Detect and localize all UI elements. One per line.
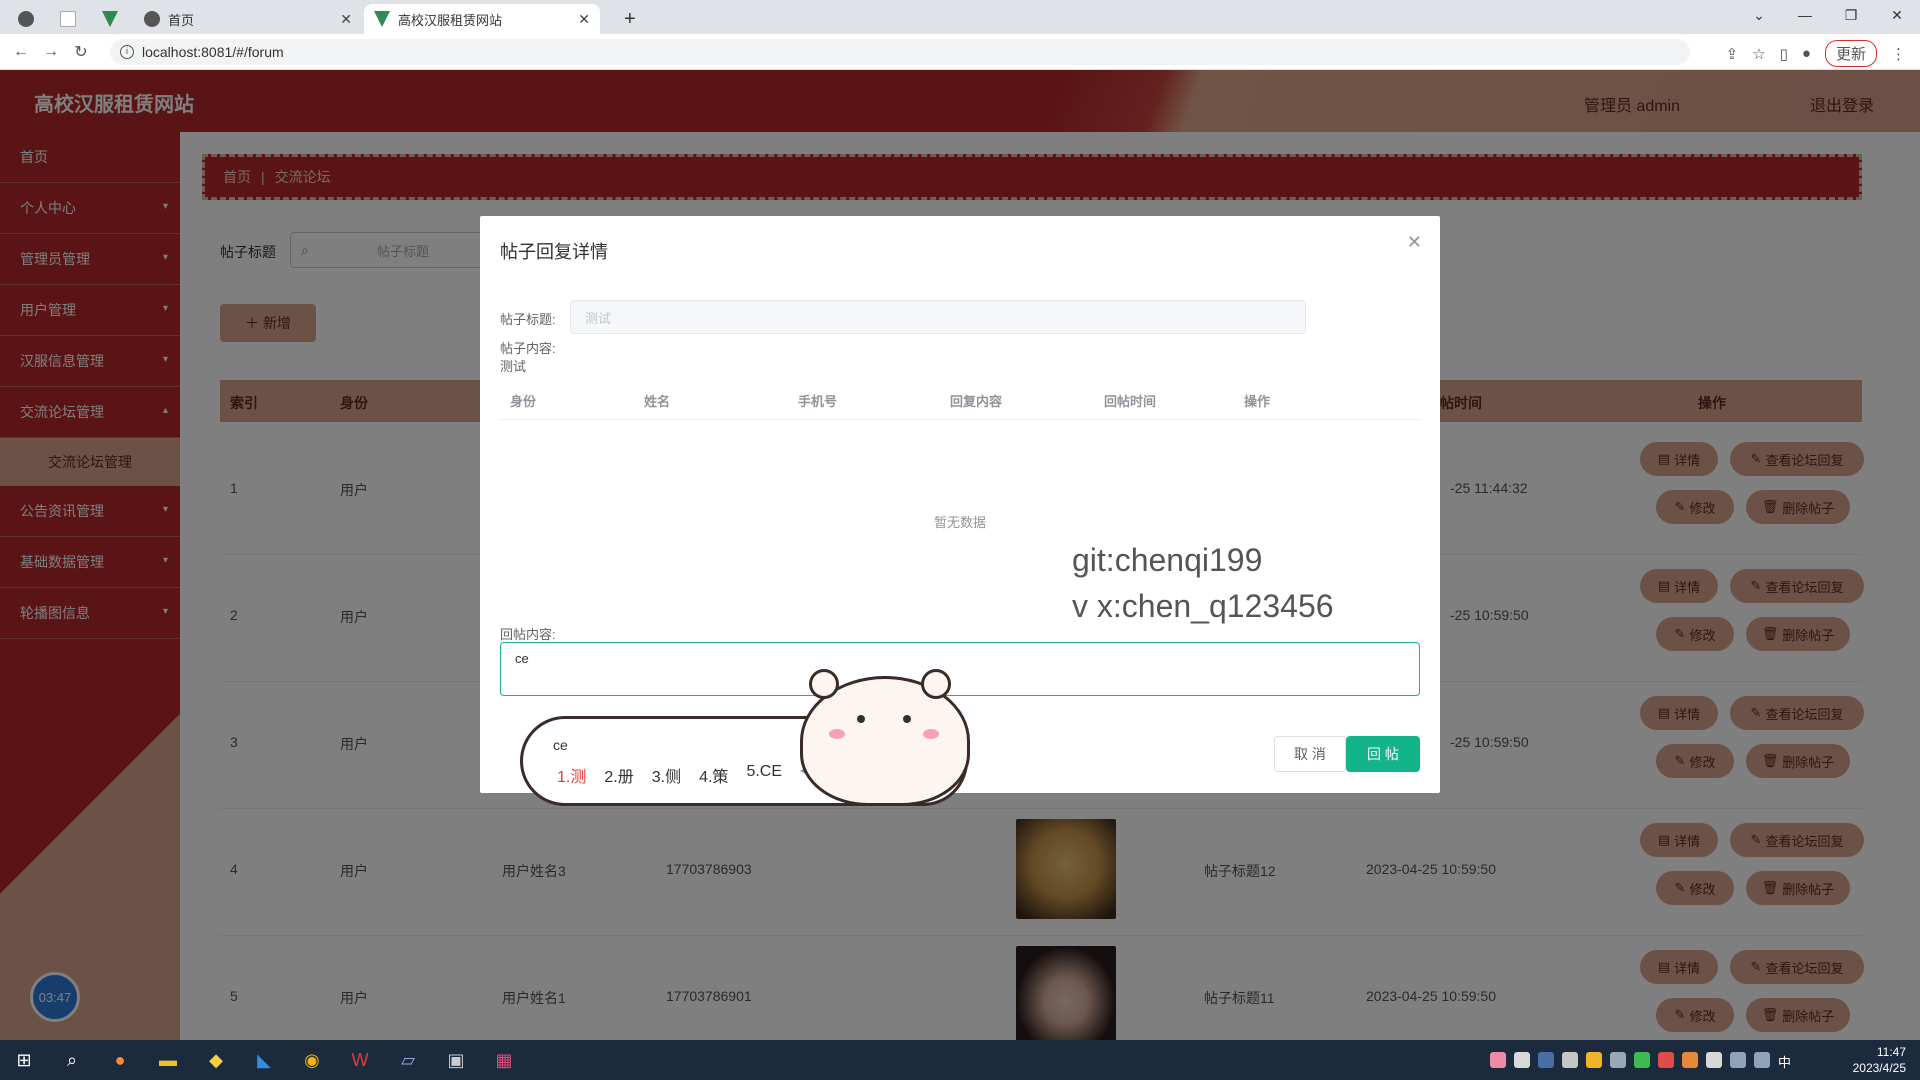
- post-content-value: 测试: [500, 359, 527, 374]
- globe-icon: [144, 11, 160, 27]
- post-title-value: 测试: [585, 310, 612, 326]
- firefox-icon[interactable]: ●: [96, 1040, 144, 1080]
- windows-start-icon[interactable]: ⊞: [0, 1040, 48, 1080]
- tray-app-icon[interactable]: [1514, 1052, 1530, 1068]
- file-explorer-icon[interactable]: ▬: [144, 1040, 192, 1080]
- chrome-icon[interactable]: ◉: [288, 1040, 336, 1080]
- app-icon[interactable]: ◆: [192, 1040, 240, 1080]
- bear-blush: [829, 729, 845, 739]
- cancel-button[interactable]: 取 消: [1274, 736, 1346, 772]
- forward-icon[interactable]: →: [36, 43, 66, 61]
- col-phone: 手机号: [798, 394, 838, 409]
- pinned-tab-3[interactable]: [92, 4, 132, 34]
- vue-icon: [102, 11, 118, 27]
- ime-candidate[interactable]: 1.测: [557, 763, 586, 787]
- ime-language-indicator[interactable]: 中: [1778, 1052, 1794, 1070]
- vscode-icon[interactable]: ◣: [240, 1040, 288, 1080]
- url-field[interactable]: i localhost:8081/#/forum: [110, 39, 1690, 65]
- browser-tab-bar: 首页 ✕ 高校汉服租赁网站 ✕ + ⌄ — ❐ ✕: [0, 0, 1920, 34]
- wechat-icon[interactable]: [1634, 1052, 1650, 1068]
- close-icon[interactable]: ✕: [340, 11, 352, 28]
- blank-icon: [60, 11, 76, 27]
- globe-icon: [18, 11, 34, 27]
- reply-table-header: 身份 姓名 手机号 回复内容 回帖时间 操作: [500, 378, 1420, 420]
- system-tray-clock[interactable]: 11:47 2023/4/25: [1853, 1044, 1906, 1076]
- col-name: 姓名: [644, 394, 671, 409]
- tray-app-icon[interactable]: [1682, 1052, 1698, 1068]
- ime-mascot-bear: [800, 669, 970, 806]
- notepad-icon[interactable]: ▱: [384, 1040, 432, 1080]
- bear-ear: [809, 669, 839, 699]
- search-icon[interactable]: ⌕: [48, 1040, 96, 1080]
- ime-candidates: 1.测 2.册 3.侧 4.策 5.CE ◂▸: [557, 763, 812, 787]
- tab-forum[interactable]: 高校汉服租赁网站 ✕: [364, 4, 600, 34]
- post-title-field: 测试: [570, 300, 1306, 334]
- tray-app-icon[interactable]: [1538, 1052, 1554, 1068]
- col-ops: 操作: [1244, 394, 1271, 409]
- share-icon[interactable]: ⇪: [1726, 45, 1739, 63]
- network-icon[interactable]: [1730, 1052, 1746, 1068]
- post-title-label: 帖子标题:: [500, 312, 556, 327]
- col-role: 身份: [510, 394, 537, 409]
- clock-date: 2023/4/25: [1852, 1061, 1906, 1075]
- battery-icon[interactable]: [1706, 1052, 1722, 1068]
- ime-candidate[interactable]: 4.策: [699, 763, 728, 787]
- watermark-line-1: git:chenqi199: [1072, 542, 1263, 578]
- window-close-button[interactable]: ✕: [1874, 0, 1920, 30]
- back-icon[interactable]: ←: [6, 43, 36, 61]
- pinned-tab-1[interactable]: [8, 4, 48, 34]
- bookmark-star-icon[interactable]: ☆: [1752, 45, 1765, 63]
- restore-button[interactable]: ❐: [1828, 0, 1874, 30]
- close-icon[interactable]: ✕: [578, 11, 590, 28]
- ime-typed-text: ce: [553, 737, 568, 753]
- clock-time: 11:47: [1876, 1045, 1906, 1059]
- dialog-title: 帖子回复详情: [500, 242, 608, 262]
- site-info-icon[interactable]: i: [120, 45, 134, 59]
- new-tab-button[interactable]: +: [614, 4, 644, 34]
- url-text: localhost:8081/#/forum: [142, 44, 284, 60]
- tab-label: 高校汉服租赁网站: [398, 12, 503, 28]
- address-bar-row: ← → ↻ i localhost:8081/#/forum ⇪ ☆ ▯ ● 更…: [0, 34, 1920, 70]
- tray-app-icon[interactable]: [1562, 1052, 1578, 1068]
- more-menu-icon[interactable]: ⋮: [1891, 45, 1906, 63]
- bear-ear: [921, 669, 951, 699]
- tray-app-icon[interactable]: [1490, 1052, 1506, 1068]
- profile-avatar-icon[interactable]: ●: [1802, 45, 1811, 62]
- ime-candidate[interactable]: 3.侧: [652, 763, 681, 787]
- post-content-label: 帖子内容:: [500, 341, 556, 356]
- tray-app-icon[interactable]: [1610, 1052, 1626, 1068]
- tray-app-icon[interactable]: [1658, 1052, 1674, 1068]
- bear-eye: [857, 715, 865, 723]
- reply-content-label: 回帖内容:: [500, 627, 556, 642]
- pinned-tab-2[interactable]: [50, 4, 90, 34]
- volume-icon[interactable]: [1754, 1052, 1770, 1068]
- bear-eye: [903, 715, 911, 723]
- reply-textarea[interactable]: ce: [500, 642, 1420, 696]
- reload-icon[interactable]: ↻: [66, 42, 96, 62]
- empty-state-text: 暂无数据: [933, 515, 986, 530]
- submit-reply-button[interactable]: 回 帖: [1346, 736, 1420, 772]
- browser-actions: ⇪ ☆ ▯ ● 更新 ⋮: [1726, 40, 1906, 67]
- bear-blush: [923, 729, 939, 739]
- watermark-line-2: v x:chen_q123456: [1072, 588, 1334, 624]
- windows-taskbar: ⊞ ⌕ ● ▬ ◆ ◣ ◉ W ▱ ▣ ▦ 11:47 2023/4/25 中: [0, 1040, 1920, 1080]
- sidepanel-icon[interactable]: ▯: [1780, 45, 1788, 63]
- tab-home[interactable]: 首页 ✕: [134, 4, 362, 34]
- ime-candidate[interactable]: 2.册: [604, 763, 633, 787]
- minimize-button[interactable]: —: [1782, 0, 1828, 30]
- wps-icon[interactable]: W: [336, 1040, 384, 1080]
- intellij-icon[interactable]: ▦: [480, 1040, 528, 1080]
- col-reply-time: 回帖时间: [1104, 394, 1157, 409]
- terminal-icon[interactable]: ▣: [432, 1040, 480, 1080]
- update-button[interactable]: 更新: [1824, 40, 1877, 67]
- vue-icon: [374, 11, 390, 27]
- tab-search-icon[interactable]: ⌄: [1736, 0, 1782, 30]
- close-icon[interactable]: ✕: [1407, 232, 1422, 253]
- tray-app-icon[interactable]: [1586, 1052, 1602, 1068]
- tab-label: 首页: [168, 12, 195, 28]
- ime-candidate[interactable]: 5.CE: [746, 763, 782, 787]
- col-reply-content: 回复内容: [950, 394, 1003, 409]
- reply-detail-dialog: 帖子回复详情 ✕ 帖子标题: 测试 帖子内容: 测试 身份 姓名 手机号 回复内…: [480, 216, 1440, 793]
